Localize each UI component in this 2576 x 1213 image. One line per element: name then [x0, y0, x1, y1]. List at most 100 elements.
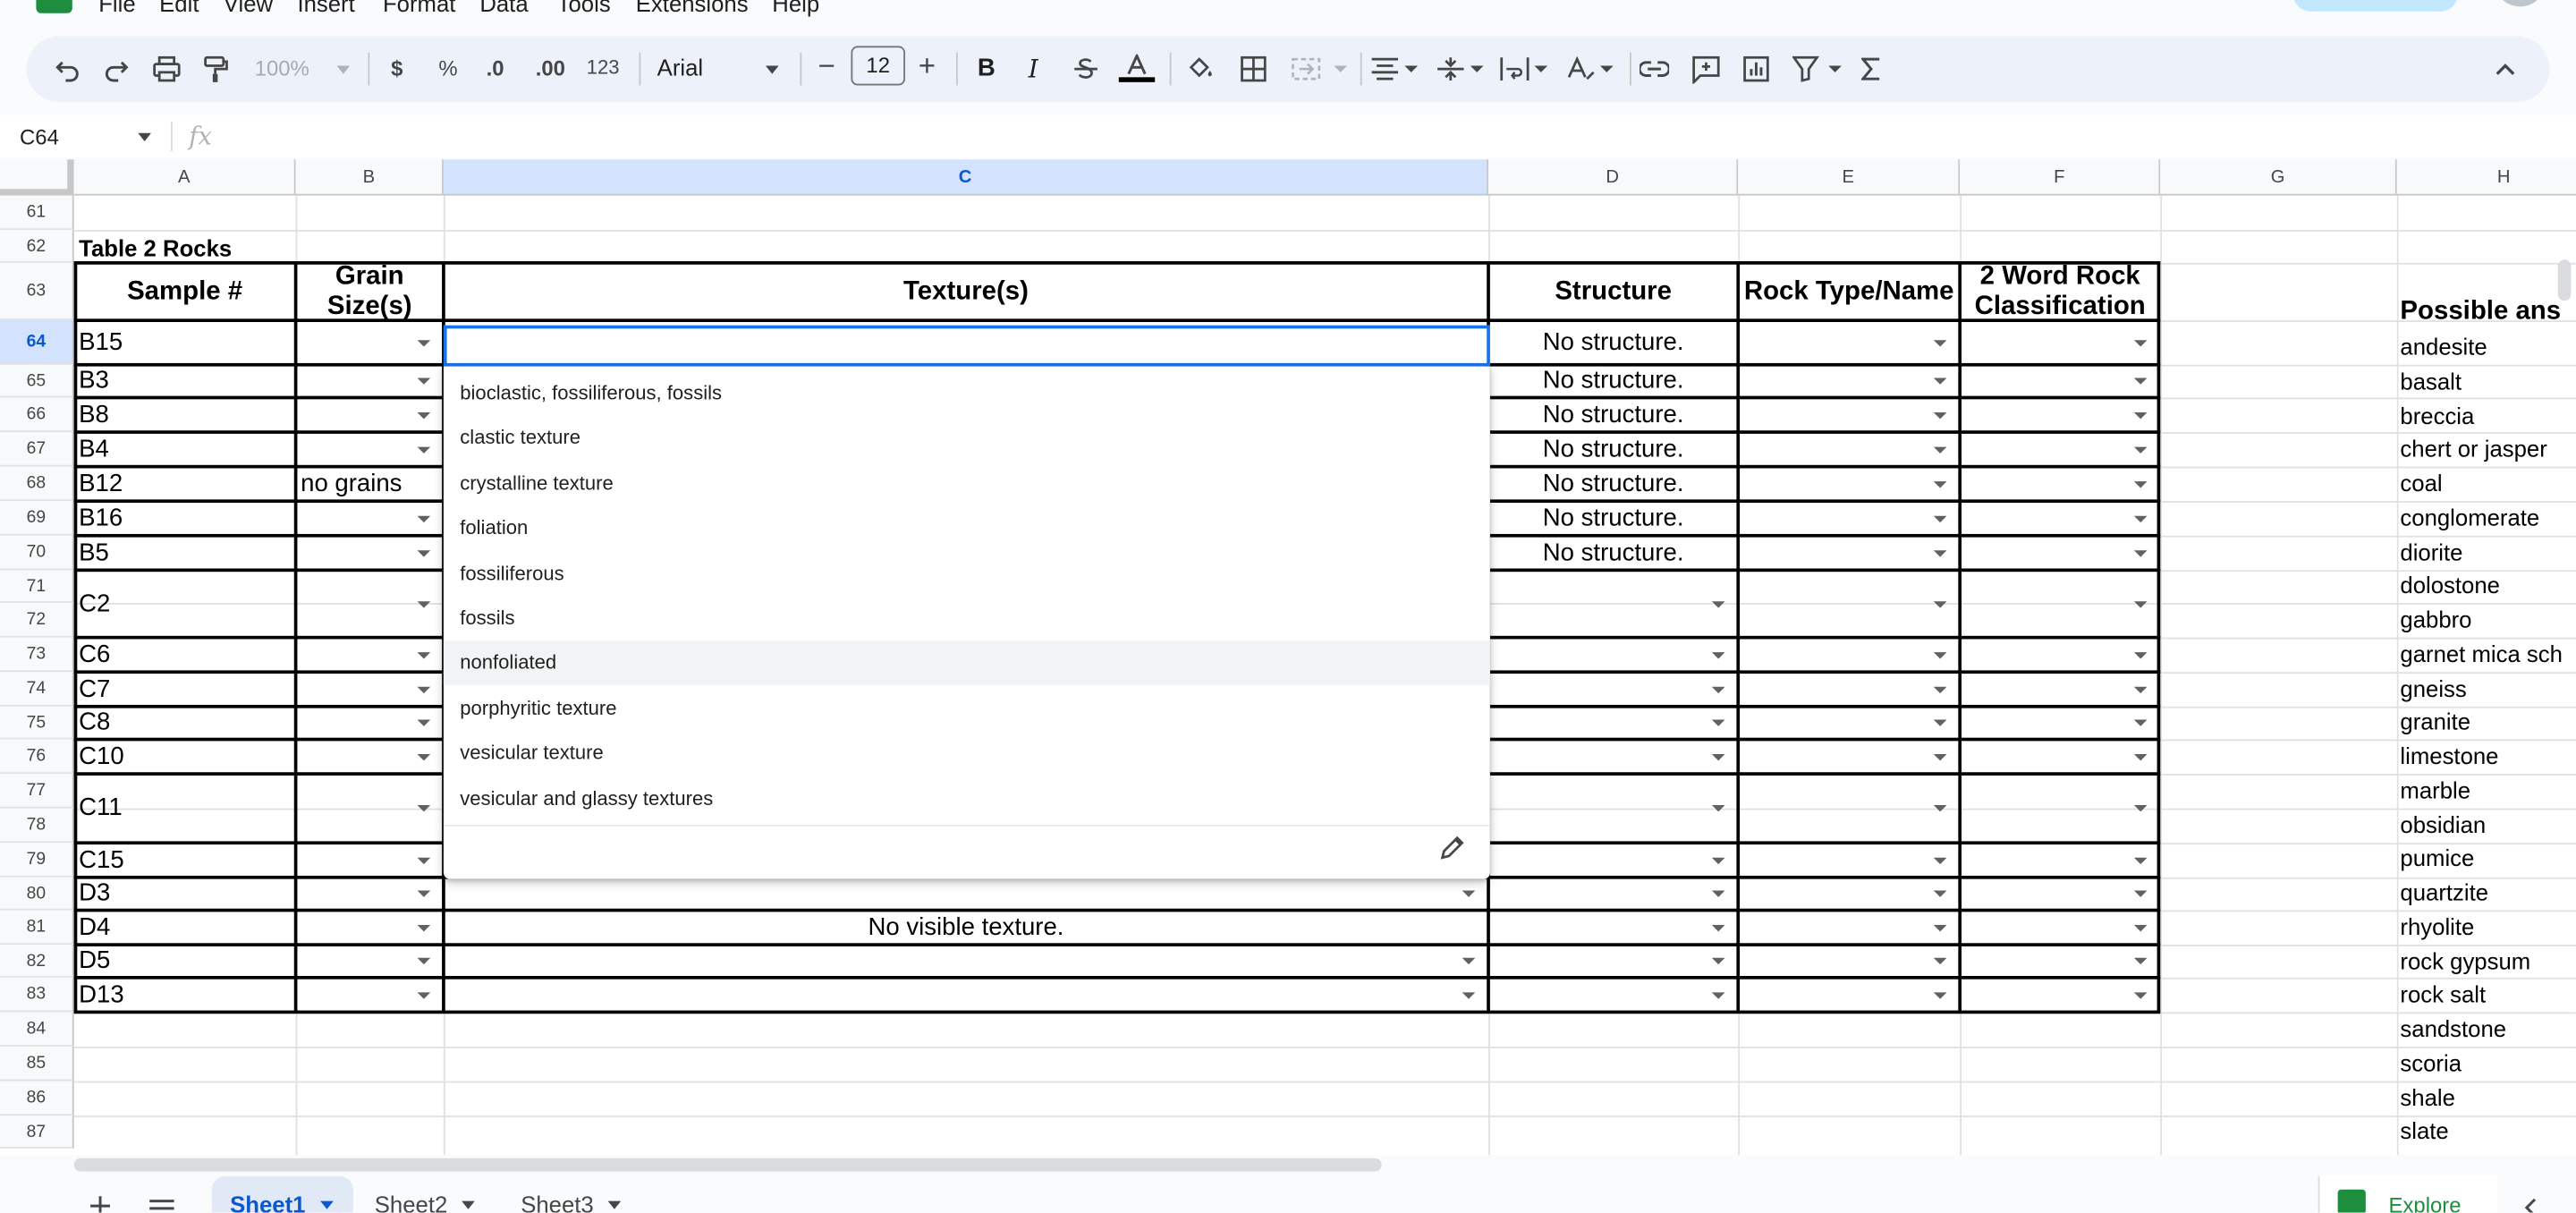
structure-cell[interactable]: No structure.	[1488, 367, 1738, 396]
dropdown-option[interactable]: bioclastic, fossiliferous, fossils	[444, 371, 1490, 416]
dropdown-chevron-down-icon[interactable]	[1933, 753, 1947, 760]
possible-answer-item[interactable]: rhyolite	[2400, 913, 2474, 939]
dropdown-chevron-down-icon[interactable]	[1933, 890, 1947, 897]
dropdown-chevron-down-icon[interactable]	[417, 804, 431, 812]
row-header-85[interactable]: 85	[0, 1046, 74, 1082]
row-header-61[interactable]: 61	[0, 195, 74, 231]
horizontal-scrollbar[interactable]	[73, 1158, 1382, 1172]
grain-size-cell[interactable]: no grains	[296, 469, 402, 498]
dropdown-chevron-down-icon[interactable]	[2133, 804, 2148, 812]
row-header-83[interactable]: 83	[0, 977, 74, 1013]
dropdown-option[interactable]: vesicular and glassy textures	[444, 776, 1490, 821]
possible-answer-item[interactable]: diorite	[2400, 539, 2462, 564]
dropdown-chevron-down-icon[interactable]	[1933, 804, 1947, 812]
menu-help[interactable]: Help	[772, 0, 819, 16]
dropdown-chevron-down-icon[interactable]	[417, 411, 431, 419]
dropdown-chevron-down-icon[interactable]	[1933, 856, 1947, 864]
vertical-scrollbar[interactable]	[2557, 259, 2572, 301]
column-header-c[interactable]: C	[443, 159, 1489, 196]
dropdown-chevron-down-icon[interactable]	[2133, 991, 2148, 998]
dropdown-chevron-down-icon[interactable]	[1711, 685, 1725, 693]
possible-answer-item[interactable]: coal	[2400, 470, 2442, 496]
possible-answer-item[interactable]: obsidian	[2400, 810, 2486, 836]
dropdown-chevron-down-icon[interactable]	[2133, 957, 2148, 965]
row-header-81[interactable]: 81	[0, 910, 74, 946]
dropdown-chevron-down-icon[interactable]	[417, 890, 431, 897]
dropdown-chevron-down-icon[interactable]	[2133, 514, 2148, 522]
dropdown-chevron-down-icon[interactable]	[417, 924, 431, 931]
row-header-80[interactable]: 80	[0, 877, 74, 911]
row-header-71[interactable]: 71	[0, 570, 74, 604]
dropdown-option[interactable]: fossils	[444, 597, 1490, 641]
sample-id-cell[interactable]: C10	[74, 742, 124, 771]
sample-id-cell[interactable]: C2	[74, 589, 110, 618]
menu-extensions[interactable]: Extensions	[636, 0, 749, 16]
sample-id-cell[interactable]: B4	[74, 435, 109, 464]
possible-answer-item[interactable]: chert or jasper	[2400, 436, 2546, 462]
dropdown-chevron-down-icon[interactable]	[1933, 991, 1947, 998]
possible-answer-item[interactable]: pumice	[2400, 845, 2474, 871]
sample-id-cell[interactable]: C11	[74, 793, 123, 823]
menu-data[interactable]: Data	[479, 0, 528, 16]
name-box[interactable]: C64	[20, 125, 59, 150]
currency-format-button[interactable]: $	[391, 55, 402, 81]
possible-answer-item[interactable]: sandstone	[2400, 1015, 2506, 1041]
dropdown-chevron-down-icon[interactable]	[1711, 719, 1725, 726]
dropdown-chevron-down-icon[interactable]	[417, 445, 431, 454]
italic-button[interactable]: I	[1029, 55, 1038, 84]
font-chevron-down-icon[interactable]	[764, 55, 780, 84]
structure-cell[interactable]: No structure.	[1488, 504, 1738, 533]
share-button[interactable]	[2293, 0, 2458, 12]
texture-dropdown-list[interactable]: bioclastic, fossiliferous, fossils clasti…	[443, 366, 1490, 879]
paint-format-icon[interactable]	[200, 55, 230, 84]
sheets-logo-icon[interactable]	[36, 0, 72, 13]
row-header-66[interactable]: 66	[0, 397, 74, 433]
dropdown-chevron-down-icon[interactable]	[1462, 890, 1476, 897]
dropdown-chevron-down-icon[interactable]	[1711, 856, 1725, 864]
merge-cells-icon[interactable]	[1292, 55, 1348, 84]
structure-cell[interactable]: No structure.	[1488, 435, 1738, 464]
row-header-87[interactable]: 87	[0, 1115, 74, 1149]
dropdown-chevron-down-icon[interactable]	[417, 856, 431, 864]
sample-id-cell[interactable]: B12	[74, 469, 123, 498]
add-sheet-icon[interactable]	[89, 1192, 112, 1213]
active-cell-c64[interactable]	[443, 325, 1490, 367]
structure-cell[interactable]: No structure.	[1488, 539, 1738, 568]
row-header-84[interactable]: 84	[0, 1012, 74, 1047]
row-header-70[interactable]: 70	[0, 535, 74, 571]
row-header-72[interactable]: 72	[0, 603, 74, 638]
all-sheets-menu-icon[interactable]	[148, 1192, 174, 1212]
sample-id-cell[interactable]: B8	[74, 400, 109, 429]
dropdown-chevron-down-icon[interactable]	[417, 600, 431, 607]
possible-answer-item[interactable]: dolostone	[2400, 573, 2500, 598]
dropdown-chevron-down-icon[interactable]	[417, 377, 431, 385]
row-header-77[interactable]: 77	[0, 774, 74, 809]
undo-icon[interactable]	[53, 55, 82, 84]
menu-insert[interactable]: Insert	[297, 0, 354, 16]
dropdown-chevron-down-icon[interactable]	[1711, 957, 1725, 965]
dropdown-option[interactable]: nonfoliated	[443, 641, 1490, 686]
possible-answer-item[interactable]: slate	[2400, 1117, 2448, 1143]
side-panel-chevron-left-icon[interactable]	[2521, 1192, 2538, 1213]
row-header-64[interactable]: 64	[0, 320, 74, 365]
dropdown-chevron-down-icon[interactable]	[1933, 600, 1947, 607]
row-header-62[interactable]: 62	[0, 230, 74, 263]
row-header-76[interactable]: 76	[0, 739, 74, 775]
dropdown-chevron-down-icon[interactable]	[417, 991, 431, 998]
dropdown-chevron-down-icon[interactable]	[2133, 377, 2148, 385]
sample-id-cell[interactable]: C6	[74, 640, 110, 669]
dropdown-chevron-down-icon[interactable]	[417, 685, 431, 693]
decrease-decimal-button[interactable]: .0	[487, 55, 504, 81]
increase-font-size-button[interactable]: +	[919, 49, 936, 84]
sample-id-cell[interactable]: D4	[74, 912, 110, 942]
collapse-toolbar-chevron-up-icon[interactable]	[2494, 55, 2517, 84]
percent-format-button[interactable]: %	[438, 55, 457, 81]
structure-cell[interactable]: No structure.	[1488, 327, 1738, 357]
column-header-d[interactable]: D	[1488, 159, 1739, 196]
dropdown-chevron-down-icon[interactable]	[1711, 753, 1725, 760]
row-header-67[interactable]: 67	[0, 432, 74, 467]
sheet-tab-sheet3[interactable]: Sheet3	[521, 1176, 652, 1212]
possible-answer-item[interactable]: limestone	[2400, 742, 2498, 768]
menu-tools[interactable]: Tools	[557, 0, 611, 16]
dropdown-chevron-down-icon[interactable]	[417, 957, 431, 965]
